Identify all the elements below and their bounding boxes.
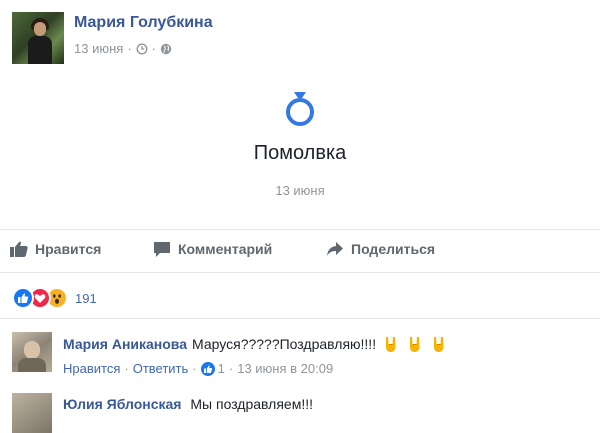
life-event: Помолвка 13 июня	[0, 88, 600, 198]
comment-like-icon[interactable]	[200, 361, 215, 376]
comment-icon	[154, 242, 170, 257]
comment-reply-link[interactable]: Ответить	[133, 361, 189, 376]
post-date-link[interactable]: 13 июня	[74, 41, 123, 56]
comment-author-link[interactable]: Юлия Яблонская	[63, 396, 181, 412]
separator-dot: ·	[192, 361, 197, 376]
comment-line: Мария Аниканова Маруся?????Поздравляю!!!…	[63, 335, 448, 353]
divider	[0, 272, 600, 273]
commenter-avatar[interactable]	[12, 332, 52, 372]
comment-button[interactable]: Комментарий	[153, 241, 272, 257]
like-label: Нравится	[35, 241, 102, 257]
meta-separator: ·	[127, 41, 132, 56]
comment-line: Юлия Яблонская Мы поздравляем!!!	[63, 396, 313, 412]
share-arrow-icon	[327, 242, 343, 256]
comment-like-count[interactable]: 1	[218, 361, 225, 376]
comment-actions: Нравится · Ответить · 1 · 13 июня в 20:0…	[63, 361, 333, 376]
event-title: Помолвка	[253, 142, 347, 164]
comment-text: Мы поздравляем!!!	[190, 396, 313, 412]
divider	[0, 229, 600, 230]
comment-author-link[interactable]: Мария Аниканова	[63, 336, 187, 352]
like-button[interactable]: Нравится	[10, 241, 101, 257]
post-header: Мария Голубкина 13 июня · ·	[12, 12, 592, 64]
globe-icon[interactable]	[160, 43, 172, 55]
reaction-count[interactable]: 191	[75, 291, 97, 306]
comment-text: Маруся?????Поздравляю!!!!	[192, 336, 377, 352]
comment-timestamp[interactable]: 13 июня в 20:09	[237, 361, 333, 376]
horns-emoji-icon	[434, 337, 444, 352]
divider	[0, 318, 600, 319]
clock-icon	[136, 43, 148, 54]
horns-emoji-icon	[410, 337, 420, 352]
author-name-link[interactable]: Мария Голубкина	[74, 14, 213, 32]
post-action-bar: Нравится Комментарий Поделиться	[10, 241, 590, 263]
author-avatar[interactable]	[12, 12, 64, 64]
commenter-avatar[interactable]	[12, 393, 52, 433]
separator-dot: ·	[124, 361, 129, 376]
comment: Юлия Яблонская Мы поздравляем!!!	[12, 393, 592, 433]
post-meta: 13 июня · ·	[74, 41, 172, 56]
like-reaction-icon	[12, 287, 34, 309]
separator-dot: ·	[228, 361, 234, 376]
comment-like-link[interactable]: Нравится	[63, 361, 120, 376]
event-date: 13 июня	[275, 183, 325, 198]
meta-separator: ·	[151, 41, 156, 56]
share-label: Поделиться	[351, 241, 436, 257]
comment-label: Комментарий	[178, 241, 273, 257]
horns-emoji-icon	[386, 337, 396, 352]
thumbs-up-icon	[10, 241, 28, 257]
share-button[interactable]: Поделиться	[326, 241, 435, 257]
ring-icon	[286, 92, 314, 126]
reactions-summary[interactable]: 191	[12, 287, 97, 309]
